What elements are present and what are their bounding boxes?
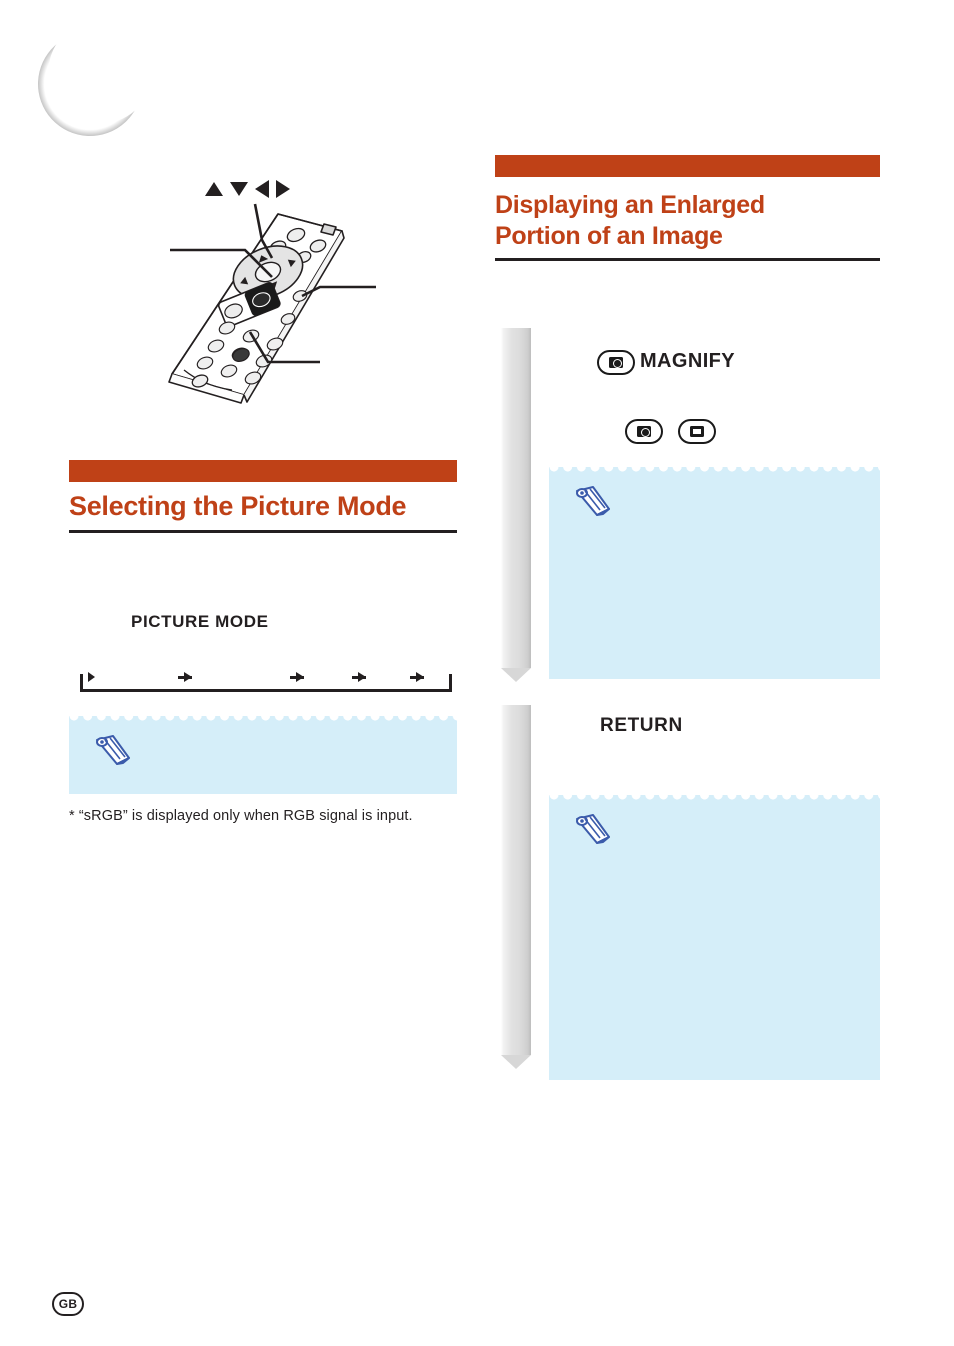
page-title-displaying-enlarged: Displaying an Enlarged Portion of an Ima… — [495, 190, 765, 252]
step-ribbon-magnify — [501, 328, 531, 682]
zoom-in-glyph — [637, 426, 651, 437]
magnify-zoom-in-button-icon — [625, 419, 663, 444]
note-box-return — [549, 794, 880, 1080]
down-triangle-icon — [230, 182, 248, 196]
cycle-arrow-2 — [290, 672, 304, 682]
remote-direction-keys-caption — [205, 180, 290, 198]
cycle-rail — [80, 674, 452, 692]
left-triangle-icon — [255, 180, 269, 198]
magnify-zoom-out-button-icon — [678, 419, 716, 444]
ribbon-tip — [501, 668, 531, 682]
page-title-selecting-picture-mode: Selecting the Picture Mode — [69, 491, 407, 521]
note-box-picture-mode — [69, 715, 457, 794]
pencil-icon — [573, 485, 613, 517]
right-triangle-icon — [276, 180, 290, 198]
remote-control-illustration — [128, 200, 408, 410]
footnote-srgb: * “sRGB” is displayed only when RGB sign… — [69, 808, 413, 824]
right-section-accent-bar — [495, 155, 880, 177]
step-heading-magnify: MAGNIFY — [640, 350, 736, 372]
decorative-corner-arc — [23, 17, 157, 151]
note-box-magnify: × × × × × — [549, 466, 880, 679]
left-section-rule — [69, 530, 457, 533]
page-title-line-1: Displaying an Enlarged — [495, 191, 765, 219]
zoom-out-glyph — [690, 426, 704, 437]
cycle-arrow-4 — [410, 672, 424, 682]
page-title-line-2: Portion of an Image — [495, 222, 723, 250]
sub-heading-picture-mode: PICTURE MODE — [131, 612, 269, 631]
picture-mode-cycle-diagram — [80, 670, 452, 692]
pencil-icon — [93, 734, 133, 766]
cycle-arrow-start — [88, 672, 95, 682]
cycle-arrow-1 — [178, 672, 192, 682]
left-section-accent-bar — [69, 460, 457, 482]
step-heading-return: RETURN — [600, 715, 683, 736]
page-region-mark: GB — [52, 1292, 84, 1316]
note-scallop-edge — [549, 466, 880, 475]
right-section-rule — [495, 258, 880, 261]
cycle-arrow-3 — [352, 672, 366, 682]
note-scallop-edge — [549, 794, 880, 803]
magnify-glyph — [609, 357, 623, 368]
pencil-icon — [573, 813, 613, 845]
step-ribbon-return — [501, 705, 531, 1069]
magnify-button-icon — [597, 350, 635, 375]
up-triangle-icon — [205, 182, 223, 196]
ribbon-tip — [501, 1055, 531, 1069]
note-scallop-edge — [69, 715, 457, 724]
